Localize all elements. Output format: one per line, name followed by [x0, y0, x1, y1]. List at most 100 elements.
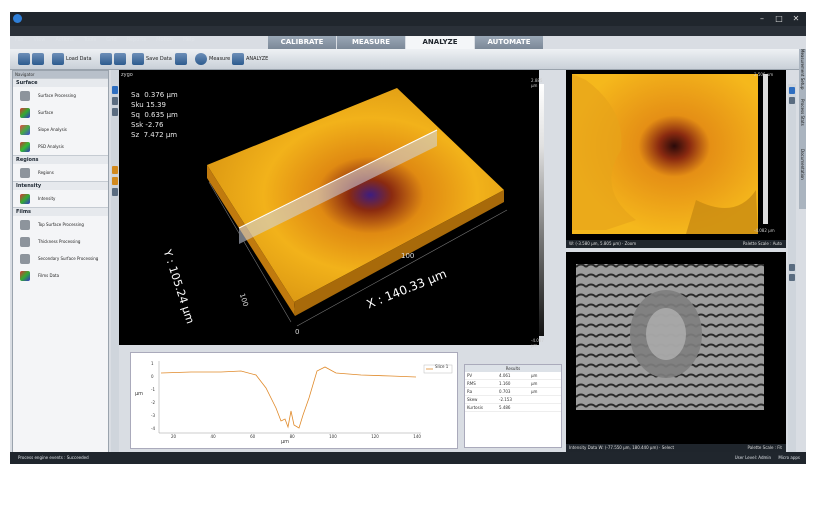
nav-item-thickness-processing[interactable]: Thickness Processing	[13, 233, 108, 250]
open-folder-icon[interactable]	[18, 53, 30, 65]
menu-grid[interactable]: Grid	[106, 37, 117, 43]
load-data-icon	[52, 53, 64, 65]
nav-item-intensity[interactable]: Intensity	[13, 190, 108, 207]
menu-reports[interactable]: Reports	[127, 37, 146, 43]
tab-documentation[interactable]: Documentation	[799, 149, 806, 199]
results-title: Results	[465, 365, 561, 372]
data-tab-icon[interactable]	[112, 177, 118, 185]
surface-2d-view[interactable]: 2.506 µm -4.082 µm W: (-3.580 µm, 5.805 …	[566, 70, 786, 248]
intensity-footer: Intensity Data W: (-77.550 µm, 180.440 µ…	[566, 444, 786, 452]
nav-item-films-data[interactable]: Films Data	[13, 267, 108, 284]
right-tools-strip	[788, 84, 796, 454]
gears-icon	[20, 219, 30, 230]
data-tab-icon[interactable]	[112, 166, 118, 174]
map-footer: W: (-3.580 µm, 5.805 µm) · Zoom Palette …	[566, 240, 786, 248]
profile-ylabel: µm	[135, 391, 144, 397]
stat-ssk: Ssk -2.76	[131, 121, 164, 129]
app-mode[interactable]: Micro apps	[778, 455, 800, 460]
view-tool-icon[interactable]	[112, 188, 118, 196]
save-data-icon	[132, 53, 144, 65]
close-button[interactable]: ✕	[790, 13, 802, 24]
tab-calibrate[interactable]: CALIBRATE	[268, 36, 336, 49]
colorbar-bottom-label: -4.087 µm	[531, 338, 544, 348]
surface-3d-view[interactable]: zygo Sa 0.376 µm Sku 15.39 Sq 0.635 µm S…	[119, 70, 539, 345]
zygo-view-label: zygo	[121, 72, 133, 78]
view-tool-icon[interactable]	[112, 97, 118, 105]
stat-sz: Sz 7.472 µm	[131, 131, 178, 139]
intensity-view[interactable]: Intensity Data W: (-77.550 µm, 180.440 µ…	[566, 252, 786, 452]
nav-section-regions[interactable]: Regions	[13, 155, 108, 164]
map-colorbar-bottom: -4.082 µm	[754, 228, 775, 233]
nav-item-label: Regions	[38, 170, 54, 175]
tab-analyze[interactable]: ANALYZE	[406, 36, 474, 49]
nav-item-label: Surface	[38, 110, 54, 115]
analyze-icon	[232, 53, 244, 65]
tab-process-stats[interactable]: Process Stats	[799, 99, 806, 149]
nav-item-slope-analysis[interactable]: Slope Analysis	[13, 121, 108, 138]
nav-section-intensity[interactable]: Intensity	[13, 181, 108, 190]
psd-icon	[20, 141, 30, 152]
colorbar-top-label: 2.885 µm	[531, 78, 543, 88]
view-tool-icon[interactable]	[789, 264, 795, 271]
analyze-button[interactable]: ANALYZE	[232, 52, 268, 66]
nav-item-surface[interactable]: Surface	[13, 104, 108, 121]
results-row: PV 4.061 µm	[465, 372, 561, 380]
menu-tools[interactable]: Tools	[84, 37, 96, 43]
measure-label: Measure	[209, 56, 231, 62]
title-bar: – □ ✕	[10, 12, 806, 26]
map-footer-coords: W: (-3.580 µm, 5.805 µm) · Zoom	[569, 241, 637, 246]
nav-item-label: Surface Processing	[38, 93, 76, 98]
menu-help[interactable]: Help	[183, 37, 194, 43]
view-tool-icon[interactable]	[789, 274, 795, 281]
nav-item-surface-processing[interactable]: Surface Processing	[13, 87, 108, 104]
view-tool-icon[interactable]	[789, 97, 795, 104]
profile-plot-panel[interactable]: Slice 1 µm µm 1 0 -1 -2 -3 -4 20 40 60 80 100 120 1…	[130, 352, 458, 449]
nav-item-secondary-surface-processing[interactable]: Secondary Surface Processing	[13, 250, 108, 267]
menu-view[interactable]: View	[33, 37, 45, 43]
tab-measure[interactable]: MEASURE	[337, 36, 405, 49]
minimize-button[interactable]: –	[756, 13, 768, 24]
stat-sku: Sku 15.39	[131, 101, 166, 109]
surface-stats: Sa 0.376 µm Sku 15.39 Sq 0.635 µm Ssk -2…	[131, 90, 178, 140]
results-row: Ra 0.703 µm	[465, 388, 561, 396]
measure-button[interactable]: Measure	[195, 52, 230, 66]
height-colorbar: 2.885 µm -4.087 µm	[531, 78, 544, 348]
app-logo-icon	[13, 14, 22, 23]
load-data-button[interactable]: Load Data	[52, 52, 92, 66]
nav-section-films[interactable]: Films	[13, 207, 108, 216]
save-data-button[interactable]: Save Data	[132, 52, 172, 66]
map-footer-palette: Palette Scale : Auto	[742, 241, 782, 246]
nav-item-regions[interactable]: Regions	[13, 164, 108, 181]
tab-measurement-setup[interactable]: Measurement Setup	[799, 49, 806, 99]
nav-item-label: Intensity	[38, 196, 56, 201]
open-file-icon[interactable]	[32, 53, 44, 65]
intensity-map	[576, 264, 764, 410]
menu-file[interactable]: File	[15, 37, 23, 43]
nav-item-psd-analysis[interactable]: PSD Analysis	[13, 138, 108, 155]
menu-actions[interactable]: Actions	[55, 37, 73, 43]
nav-item-top-surface-processing[interactable]: Top Surface Processing	[13, 216, 108, 233]
surface-map-icon	[20, 107, 30, 118]
copy-icon[interactable]	[100, 53, 112, 65]
view-tool-icon[interactable]	[789, 87, 795, 94]
toolbar: Load Data Save Data Measure ANALYZE	[10, 49, 806, 70]
nav-item-label: Thickness Processing	[38, 239, 81, 244]
maximize-button[interactable]: □	[773, 13, 785, 24]
measure-icon	[195, 53, 207, 65]
user-level: User Level: Admin	[734, 455, 772, 460]
results-table: Results PV 4.061 µm RMS 1.160 µm Ra 0.703 µm S…	[464, 364, 562, 448]
gears-icon	[20, 167, 30, 178]
profile-line	[160, 366, 417, 429]
navigator-panel: Navigator Surface Surface Processing Sur…	[12, 70, 109, 454]
print-icon[interactable]	[175, 53, 187, 65]
nav-item-label: Slope Analysis	[38, 127, 67, 132]
tab-automate[interactable]: AUTOMATE	[475, 36, 543, 49]
nav-section-surface[interactable]: Surface	[13, 78, 108, 87]
view-tool-icon[interactable]	[112, 108, 118, 116]
menu-bar: File View Actions Tools Grid Reports Mot…	[10, 26, 806, 43]
view-tool-icon[interactable]	[112, 86, 118, 94]
nav-item-label: Films Data	[38, 273, 60, 278]
paste-icon[interactable]	[114, 53, 126, 65]
profile-xlabel: µm	[281, 439, 290, 445]
menu-motion[interactable]: Motion	[156, 37, 173, 43]
